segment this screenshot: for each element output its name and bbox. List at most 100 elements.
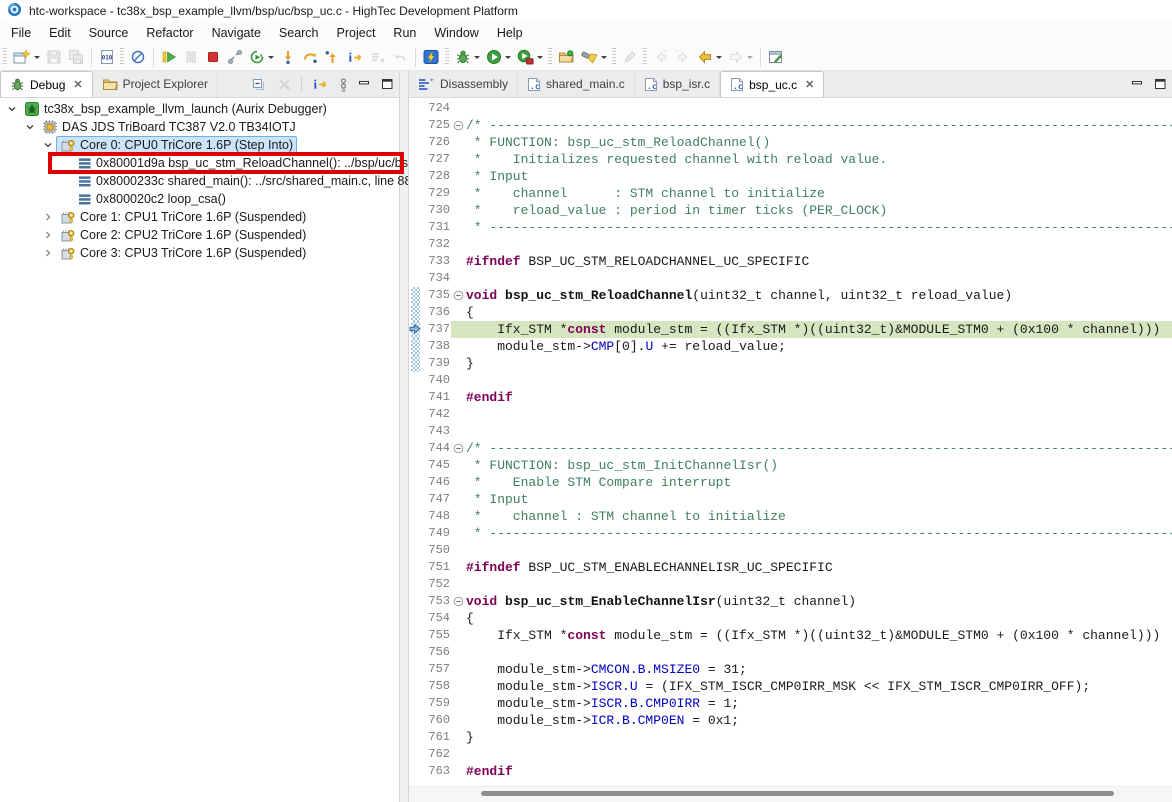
editor-tab-bsp-isr-c[interactable]: .cbsp_isr.c	[635, 71, 720, 97]
line-number[interactable]: 738	[422, 338, 451, 355]
annotation-ruler[interactable]	[409, 746, 422, 763]
dropdown-caret-icon[interactable]	[474, 56, 480, 59]
open-task-button[interactable]	[555, 47, 578, 67]
disconnect-button[interactable]	[224, 47, 246, 67]
menu-edit[interactable]: Edit	[40, 23, 80, 43]
code-line[interactable]: 740	[409, 372, 1172, 389]
line-number[interactable]: 745	[422, 457, 451, 474]
line-number[interactable]: 730	[422, 202, 451, 219]
line-number[interactable]: 748	[422, 508, 451, 525]
line-number[interactable]: 755	[422, 627, 451, 644]
code-line[interactable]: 758 module_stm->ISCR.U = (IFX_STM_ISCR_C…	[409, 678, 1172, 695]
chevron-down-icon[interactable]	[40, 140, 56, 150]
debug-tree-item[interactable]: 0x80001d9a bsp_uc_stm_ReloadChannel(): .…	[0, 154, 399, 172]
annotation-ruler[interactable]	[409, 457, 422, 474]
code-line[interactable]: 754{	[409, 610, 1172, 627]
external-tools-button[interactable]	[514, 47, 546, 67]
menu-project[interactable]: Project	[328, 23, 385, 43]
annotation-ruler[interactable]	[409, 491, 422, 508]
line-number[interactable]: 744	[422, 440, 451, 457]
line-number[interactable]: 728	[422, 168, 451, 185]
menu-refactor[interactable]: Refactor	[137, 23, 202, 43]
debug-tree-item[interactable]: Core 3: CPU3 TriCore 1.6P (Suspended)	[0, 244, 399, 262]
toolbar-drag-handle[interactable]	[548, 48, 552, 66]
code-line[interactable]: 749 * ----------------------------------…	[409, 525, 1172, 542]
line-number[interactable]: 741	[422, 389, 451, 406]
code-line[interactable]: 762	[409, 746, 1172, 763]
run-to-line-button[interactable]: i	[343, 47, 367, 67]
close-icon[interactable]: ✕	[73, 78, 82, 91]
menu-file[interactable]: File	[2, 23, 40, 43]
code-line[interactable]: 736{	[409, 304, 1172, 321]
code-line[interactable]: 753void bsp_uc_stm_EnableChannelIsr(uint…	[409, 593, 1172, 610]
line-number[interactable]: 733	[422, 253, 451, 270]
step-return-button[interactable]	[321, 47, 343, 67]
menu-window[interactable]: Window	[425, 23, 487, 43]
fold-collapse-icon[interactable]	[451, 117, 466, 134]
annotation-ruler[interactable]	[409, 100, 422, 117]
annotation-ruler[interactable]	[409, 508, 422, 525]
toolbar-drag-handle[interactable]	[612, 48, 616, 66]
toolbar-drag-handle[interactable]	[643, 48, 647, 66]
line-number[interactable]: 727	[422, 151, 451, 168]
line-number[interactable]: 761	[422, 729, 451, 746]
dropdown-caret-icon[interactable]	[716, 56, 722, 59]
code-line[interactable]: 729 * channel : STM channel to initializ…	[409, 185, 1172, 202]
line-number[interactable]: 746	[422, 474, 451, 491]
line-number[interactable]: 749	[422, 525, 451, 542]
debug-tree-item[interactable]: Core 0: CPU0 TriCore 1.6P (Step Into)	[0, 136, 399, 154]
debug-tree-item[interactable]: Core 2: CPU2 TriCore 1.6P (Suspended)	[0, 226, 399, 244]
debug-tree-item[interactable]: 0x8000233c shared_main(): ../src/shared_…	[0, 172, 399, 190]
i-arrow-button[interactable]: i	[307, 74, 333, 94]
line-number[interactable]: 737	[422, 321, 451, 338]
line-number[interactable]: 729	[422, 185, 451, 202]
annotation-ruler[interactable]	[409, 729, 422, 746]
code-line[interactable]: 727 * Initializes requested channel with…	[409, 151, 1172, 168]
code-line[interactable]: 730 * reload_value : period in timer tic…	[409, 202, 1172, 219]
line-number[interactable]: 763	[422, 763, 451, 780]
code-line[interactable]: 760 module_stm->ICR.B.CMP0EN = 0x1;	[409, 712, 1172, 729]
line-number[interactable]: 754	[422, 610, 451, 627]
annotation-ruler[interactable]	[409, 304, 422, 321]
annotation-ruler[interactable]	[409, 678, 422, 695]
code-line[interactable]: 731 * ----------------------------------…	[409, 219, 1172, 236]
annotation-ruler[interactable]	[409, 151, 422, 168]
code-line[interactable]: 726 * FUNCTION: bsp_uc_stm_ReloadChannel…	[409, 134, 1172, 151]
view-tab-project-explorer[interactable]: Project Explorer	[93, 71, 218, 97]
annotation-ruler[interactable]	[409, 559, 422, 576]
restart-button[interactable]	[246, 47, 277, 67]
annotation-ruler[interactable]	[409, 236, 422, 253]
annotation-ruler[interactable]	[409, 542, 422, 559]
editor-tab-bsp-uc-c[interactable]: .cbsp_uc.c✕	[720, 71, 824, 98]
line-number[interactable]: 735	[422, 287, 451, 304]
line-number[interactable]: 750	[422, 542, 451, 559]
code-line[interactable]: 757 module_stm->CMCON.B.MSIZE0 = 31;	[409, 661, 1172, 678]
annotation-ruler[interactable]	[409, 610, 422, 627]
toolbar-drag-handle[interactable]	[3, 48, 7, 66]
last-edit-location-button[interactable]	[765, 47, 787, 67]
line-number[interactable]: 725	[422, 117, 451, 134]
menu-source[interactable]: Source	[80, 23, 138, 43]
chevron-right-icon[interactable]	[40, 230, 56, 240]
annotation-ruler[interactable]	[409, 372, 422, 389]
annotation-ruler[interactable]	[409, 763, 422, 780]
annotation-ruler[interactable]	[409, 695, 422, 712]
step-over-button[interactable]	[299, 47, 321, 67]
line-number[interactable]: 760	[422, 712, 451, 729]
line-number[interactable]: 743	[422, 423, 451, 440]
line-number[interactable]: 759	[422, 695, 451, 712]
line-number[interactable]: 757	[422, 661, 451, 678]
code-line[interactable]: 728 * Input	[409, 168, 1172, 185]
annotation-ruler[interactable]	[409, 440, 422, 457]
annotation-ruler[interactable]	[409, 661, 422, 678]
dropdown-caret-icon[interactable]	[747, 56, 753, 59]
code-line[interactable]: 746 * Enable STM Compare interrupt	[409, 474, 1172, 491]
annotation-ruler[interactable]	[409, 644, 422, 661]
menu-run[interactable]: Run	[384, 23, 425, 43]
dropdown-caret-icon[interactable]	[268, 56, 274, 59]
maximize-editor-button[interactable]	[1150, 76, 1171, 92]
instruction-pointer-icon[interactable]	[409, 321, 422, 338]
line-number[interactable]: 726	[422, 134, 451, 151]
code-line[interactable]: 737 Ifx_STM *const module_stm = ((Ifx_ST…	[409, 321, 1172, 338]
annotation-ruler[interactable]	[409, 576, 422, 593]
